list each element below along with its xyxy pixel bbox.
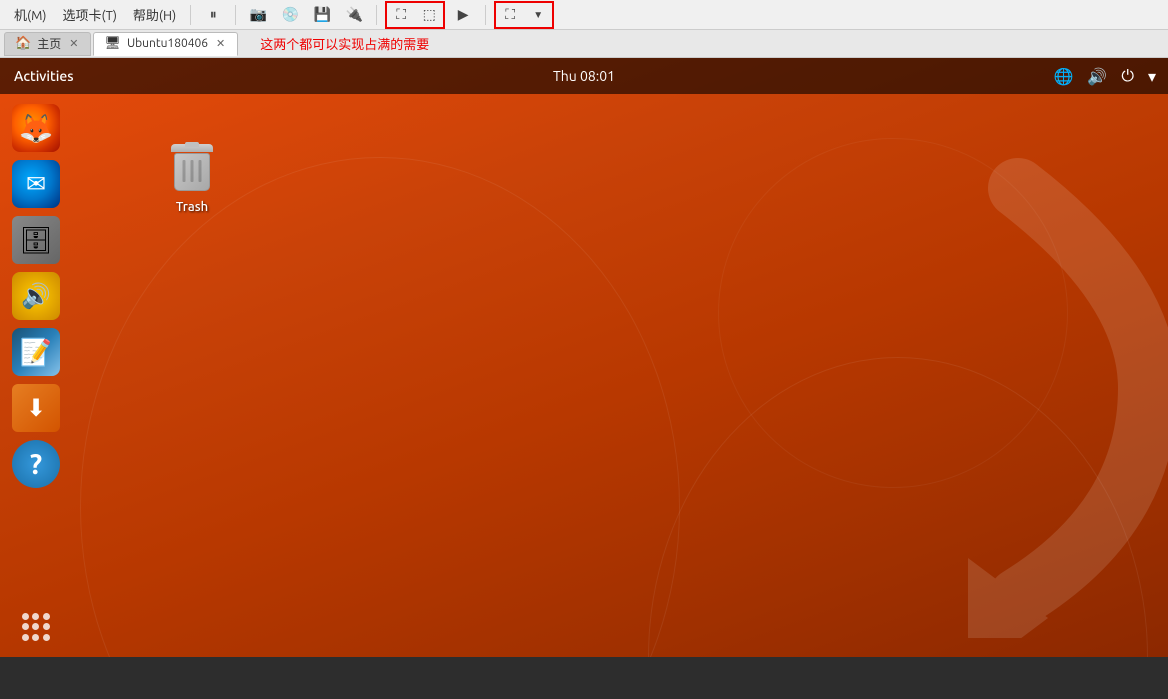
- annotation-text: 这两个都可以实现占满的需要: [260, 34, 429, 53]
- trash-desktop-icon[interactable]: Trash: [160, 138, 224, 220]
- trash-line: [183, 160, 186, 182]
- tab-home-close[interactable]: ✕: [67, 37, 80, 50]
- grid-dot: [32, 613, 39, 620]
- tab-home-label: 主页: [37, 35, 61, 52]
- network-icon[interactable]: 🌐: [1049, 63, 1077, 90]
- menu-machine[interactable]: 机(M): [8, 3, 53, 26]
- panel-clock: Thu 08:01: [553, 68, 615, 84]
- toolbar-fullscreen1-btn[interactable]: ⛶: [387, 3, 415, 27]
- toolbar-fullscreen2-btn[interactable]: ⛶: [496, 3, 524, 27]
- system-menu-icon[interactable]: ▾: [1144, 63, 1160, 90]
- trash-body: [174, 153, 210, 191]
- decorative-swoosh-1: [80, 157, 680, 657]
- menu-help[interactable]: 帮助(H): [127, 3, 182, 26]
- dock-firefox[interactable]: [12, 104, 60, 152]
- power-icon[interactable]: ⏻: [1117, 63, 1138, 90]
- toolbar-divider: [190, 5, 191, 25]
- trash-icon-image: [166, 144, 218, 196]
- dock-sound[interactable]: [12, 272, 60, 320]
- tab-ubuntu-label: Ubuntu180406: [127, 37, 208, 50]
- vbox-tabbar: 🏠 主页 ✕ 🖥 Ubuntu180406 ✕ 这两个都可以实现占满的需要: [0, 30, 1168, 58]
- grid-dot: [43, 623, 50, 630]
- menu-tabs[interactable]: 选项卡(T): [57, 3, 123, 26]
- toolbar-pause-btn[interactable]: ⏸: [199, 3, 227, 27]
- grid-dot: [43, 634, 50, 641]
- decorative-swoosh-3: [718, 138, 1068, 488]
- trash-lid-handle: [185, 142, 199, 147]
- trash-label: Trash: [176, 200, 208, 214]
- grid-dot: [32, 634, 39, 641]
- ubuntu-icon: 🖥: [104, 36, 121, 51]
- dock-files[interactable]: [12, 216, 60, 264]
- app-grid-button[interactable]: [16, 607, 56, 647]
- activities-button[interactable]: Activities: [0, 58, 88, 94]
- ubuntu-desktop[interactable]: Activities Thu 08:01 🌐 🔊 ⏻ ▾: [0, 58, 1168, 657]
- toolbar-screenshot-btn[interactable]: 📷: [244, 3, 272, 27]
- toolbar-scaled-group: ⛶ ▼: [494, 1, 554, 29]
- toolbar-insert-cd-btn[interactable]: 💿: [276, 3, 304, 27]
- grid-dot: [22, 623, 29, 630]
- tab-home[interactable]: 🏠 主页 ✕: [4, 32, 91, 56]
- home-icon: 🏠: [15, 36, 31, 51]
- ubuntu-top-panel: Activities Thu 08:01 🌐 🔊 ⏻ ▾: [0, 58, 1168, 94]
- tab-ubuntu[interactable]: 🖥 Ubuntu180406 ✕: [93, 32, 238, 56]
- toolbar-divider3: [376, 5, 377, 25]
- trash-line: [199, 160, 202, 182]
- grid-dot: [22, 613, 29, 620]
- toolbar-insert-fd-btn[interactable]: 💾: [308, 3, 336, 27]
- toolbar-divider2: [235, 5, 236, 25]
- dock-installer[interactable]: [12, 384, 60, 432]
- panel-right-area: 🌐 🔊 ⏻ ▾: [1049, 63, 1168, 90]
- dock-help[interactable]: [12, 440, 60, 488]
- toolbar-divider4: [485, 5, 486, 25]
- ubuntu-dock: [0, 94, 72, 657]
- toolbar-seamless-btn[interactable]: ⬚: [415, 3, 443, 27]
- toolbar-fullscreen-group: ⛶ ⬚: [385, 1, 445, 29]
- dock-writer[interactable]: [12, 328, 60, 376]
- trash-lines: [183, 160, 202, 182]
- toolbar-menu-btn[interactable]: ▼: [524, 3, 552, 27]
- volume-icon[interactable]: 🔊: [1083, 63, 1111, 90]
- toolbar-usb-btn[interactable]: 🔌: [340, 3, 368, 27]
- tab-ubuntu-close[interactable]: ✕: [214, 37, 227, 50]
- grid-dot: [43, 613, 50, 620]
- trash-line: [191, 160, 194, 182]
- toolbar-terminal-btn[interactable]: ▶: [449, 3, 477, 27]
- dock-thunderbird[interactable]: [12, 160, 60, 208]
- grid-dot: [22, 634, 29, 641]
- grid-dot: [32, 623, 39, 630]
- vbox-menubar: 机(M) 选项卡(T) 帮助(H) ⏸ 📷 💿 💾 🔌 ⛶ ⬚ ▶ ⛶ ▼: [0, 0, 1168, 30]
